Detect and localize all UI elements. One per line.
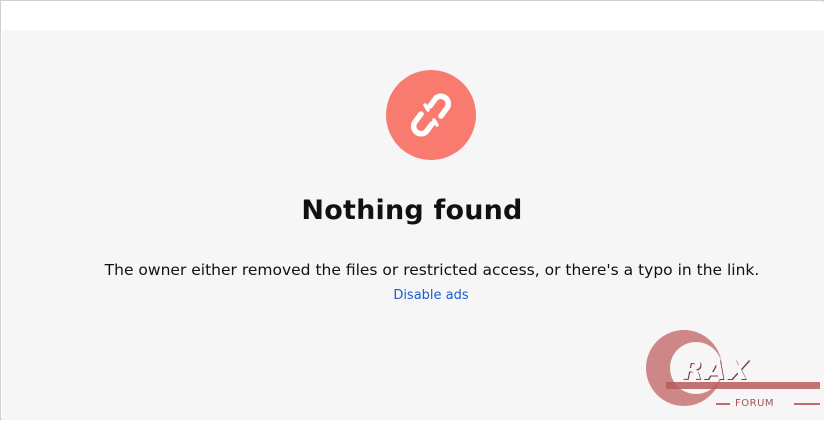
disable-ads-link[interactable]: Disable ads	[0, 288, 824, 303]
error-message: The owner either removed the files or re…	[104, 261, 760, 279]
watermark-logo: RAX FORUM	[636, 318, 824, 420]
watermark-sublabel: FORUM	[735, 398, 775, 409]
broken-link-icon	[386, 70, 476, 160]
page-title: Nothing found	[301, 195, 523, 226]
top-bar	[2, 2, 824, 30]
watermark-brand: RAX	[682, 355, 751, 386]
